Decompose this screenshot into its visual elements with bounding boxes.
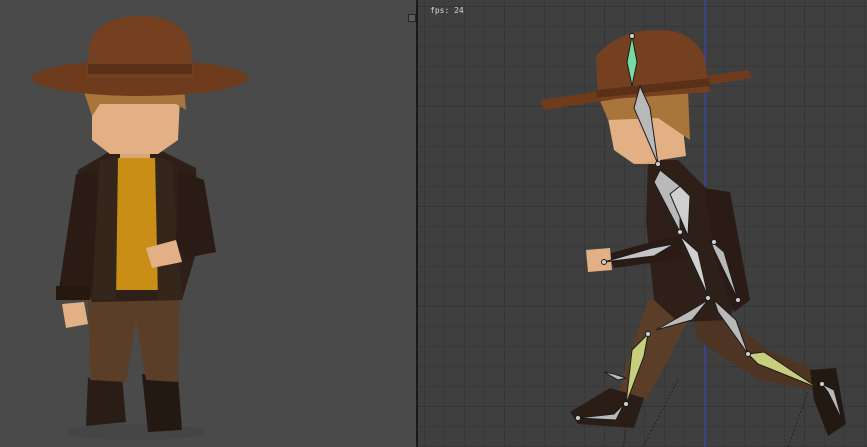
bone-joint (629, 33, 635, 39)
character-side-armature (540, 0, 846, 447)
bone-joint (705, 295, 711, 301)
left-boot (86, 376, 126, 426)
fps-readout: fps: 24 (430, 6, 464, 15)
left-hand (62, 302, 88, 328)
hat-band (88, 64, 192, 74)
character-front-render (32, 16, 248, 440)
bone-ik-front (603, 371, 628, 381)
bone-joint (575, 415, 581, 421)
bone-joint (711, 239, 717, 245)
head (92, 98, 180, 154)
viewport-front-render[interactable] (0, 0, 416, 447)
bone-joint (677, 229, 683, 235)
left-arm (58, 172, 98, 296)
pants (88, 290, 180, 382)
bone-joint (655, 161, 661, 167)
shirt (112, 158, 158, 290)
bone-joint (601, 259, 607, 265)
split-handle-icon[interactable] (408, 14, 416, 22)
right-arm (176, 170, 216, 258)
bone-joint (819, 381, 825, 387)
blender-window: fps: 24 (0, 0, 867, 447)
bone-joint (735, 297, 741, 303)
right-boot (142, 374, 182, 432)
bone-joint (623, 401, 629, 407)
bone-joint (745, 351, 751, 357)
bone-joint (645, 331, 651, 337)
viewport-armature-side[interactable] (418, 0, 867, 447)
